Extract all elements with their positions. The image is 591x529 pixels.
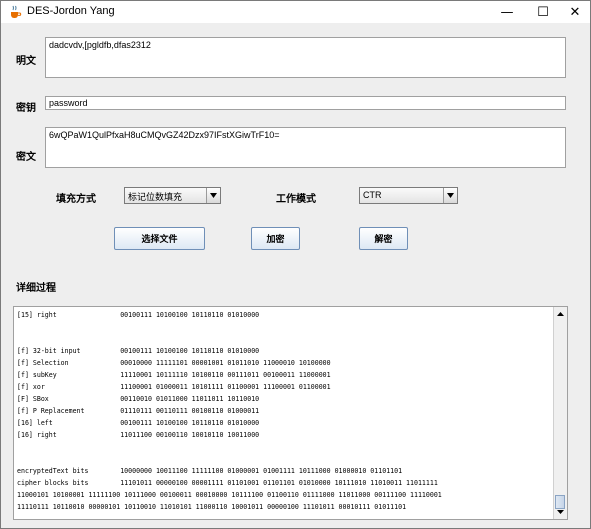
arrow-up-icon[interactable] — [554, 308, 566, 320]
padding-selected: 标记位数填充 — [128, 192, 183, 202]
padding-label: 填充方式 — [56, 194, 96, 205]
log-line: cipher blocks bits 11101011 00000100 000… — [17, 479, 438, 487]
chevron-down-icon[interactable] — [443, 188, 457, 203]
minimize-button[interactable]: — — [490, 1, 524, 23]
ciphertext-label: 密文 — [16, 152, 36, 163]
log-line: encryptedText bits 10000000 10011100 111… — [17, 467, 403, 475]
mode-dropdown[interactable]: CTR — [359, 187, 458, 204]
key-label: 密钥 — [16, 103, 36, 114]
title-bar[interactable]: DES-Jordon Yang — ☐ ✕ — [1, 1, 590, 23]
log-line: [f] 32-bit input 00100111 10100100 10110… — [17, 347, 260, 355]
maximize-button[interactable]: ☐ — [526, 1, 560, 23]
log-line: 11000101 10100001 11111100 10111000 0010… — [17, 491, 442, 499]
vertical-scrollbar[interactable] — [553, 307, 567, 519]
log-lines: [15] right 00100111 10100100 10110110 01… — [17, 309, 552, 513]
arrow-down-icon[interactable] — [554, 506, 566, 518]
log-line: [16] left 00100111 10100100 10110110 010… — [17, 419, 260, 427]
encrypt-button[interactable]: 加密 — [251, 227, 300, 250]
plaintext-textarea[interactable]: dadcvdv,[pgldfb,dfas2312 — [45, 37, 566, 78]
mode-label: 工作模式 — [276, 194, 316, 205]
decrypt-button[interactable]: 解密 — [359, 227, 408, 250]
log-line: 11110111 10110010 00000101 10110010 1101… — [17, 503, 407, 511]
app-window: DES-Jordon Yang — ☐ ✕ 明文 dadcvdv,[pgldfb… — [0, 0, 591, 529]
log-line: [f] P Replacement 01110111 00110111 0010… — [17, 407, 260, 415]
mode-selected: CTR — [363, 190, 382, 200]
log-line: [f] Selection 00010000 11111101 00001001… — [17, 359, 331, 367]
details-label: 详细过程 — [16, 283, 56, 294]
log-line: [15] right 00100111 10100100 10110110 01… — [17, 311, 260, 319]
java-cup-icon — [11, 5, 22, 18]
log-line: [F] SBox 00110010 01011000 11011011 1011… — [17, 395, 260, 403]
plaintext-label: 明文 — [16, 56, 36, 67]
key-input[interactable]: password — [45, 96, 566, 110]
details-log-area[interactable]: [15] right 00100111 10100100 10110110 01… — [13, 306, 568, 520]
log-line: [f] xor 11100001 01000011 10101111 01100… — [17, 383, 331, 391]
ciphertext-textarea[interactable]: 6wQPaW1QulPfxaH8uCMQvGZ42Dzx97IFstXGiwTr… — [45, 127, 566, 168]
close-button[interactable]: ✕ — [558, 1, 590, 23]
window-title: DES-Jordon Yang — [27, 5, 115, 17]
chevron-down-icon[interactable] — [206, 188, 220, 203]
padding-dropdown[interactable]: 标记位数填充 — [124, 187, 221, 204]
log-line: [16] right 11011100 00100110 10010110 10… — [17, 431, 260, 439]
log-line: [f] subKey 11110001 10111110 10100110 00… — [17, 371, 331, 379]
select-file-button[interactable]: 选择文件 — [114, 227, 205, 250]
